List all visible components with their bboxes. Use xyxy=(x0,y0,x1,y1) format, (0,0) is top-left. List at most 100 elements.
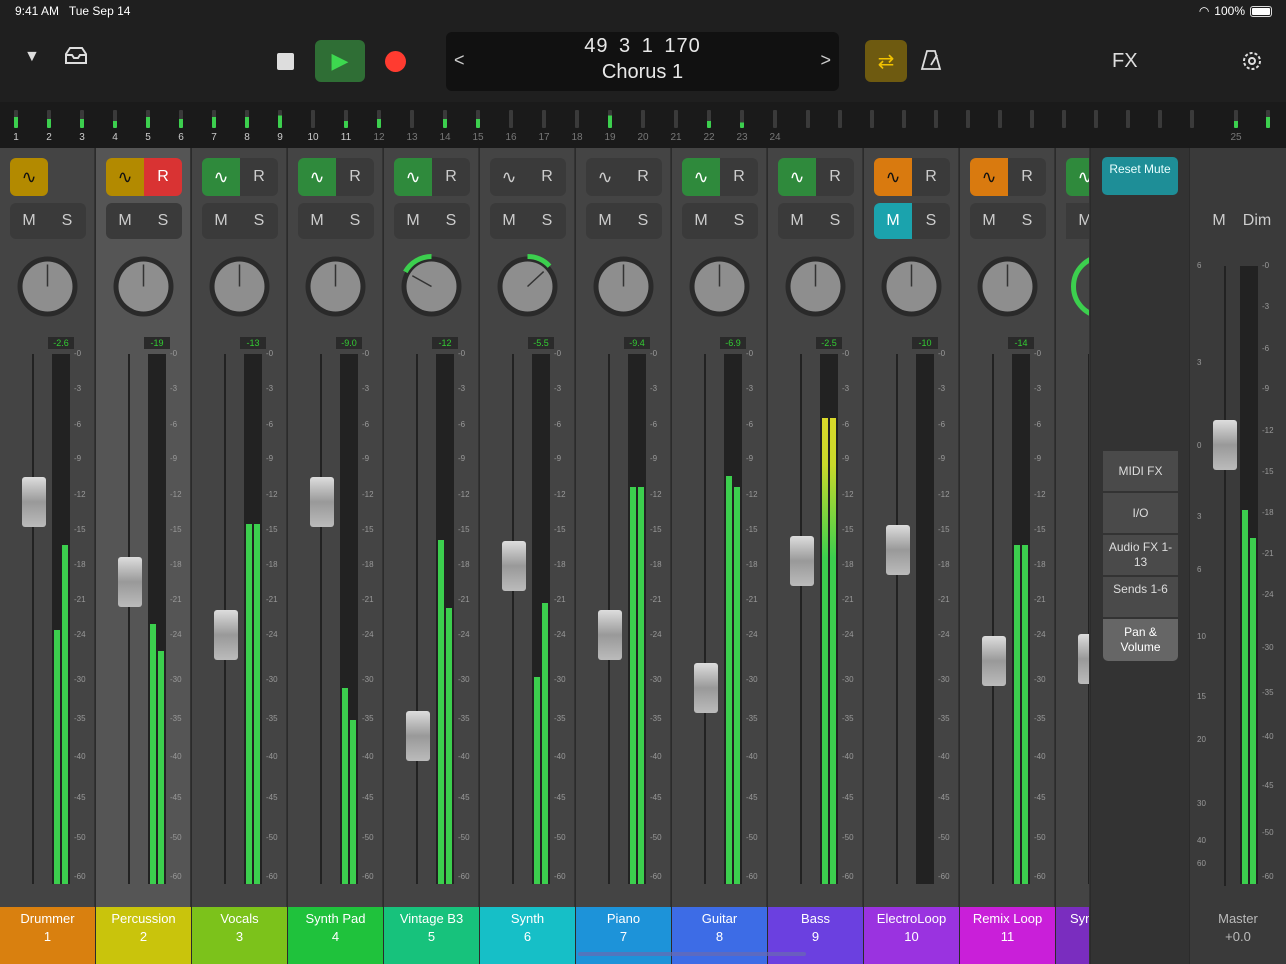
chevron-right-icon[interactable]: > xyxy=(820,50,831,71)
automation-button[interactable]: ∿ xyxy=(394,158,432,196)
fx-button[interactable]: FX xyxy=(1112,50,1138,73)
solo-button[interactable]: S xyxy=(336,203,374,239)
automation-button[interactable]: ∿ xyxy=(298,158,336,196)
automation-button[interactable]: ∿ xyxy=(586,158,624,196)
mute-button[interactable]: M xyxy=(874,203,912,239)
automation-button[interactable]: ∿ xyxy=(1066,158,1089,196)
volume-fader[interactable] xyxy=(406,710,430,761)
play-button[interactable]: ▶ xyxy=(315,40,365,82)
automation-button[interactable]: ∿ xyxy=(970,158,1008,196)
pan-knob[interactable] xyxy=(975,254,1040,319)
volume-fader[interactable] xyxy=(118,556,142,607)
channel-name-label[interactable]: Drummer 1 xyxy=(0,907,95,964)
record-enable-button[interactable]: R xyxy=(528,158,566,196)
pan-knob[interactable] xyxy=(1071,254,1089,319)
browser-icon[interactable] xyxy=(63,46,89,72)
chevron-down-icon[interactable]: ▼ xyxy=(24,48,40,66)
lcd-display[interactable]: < 49 3 1 170 Chorus 1 > xyxy=(446,32,839,91)
solo-button[interactable]: S xyxy=(1008,203,1046,239)
solo-button[interactable]: S xyxy=(720,203,758,239)
automation-button[interactable]: ∿ xyxy=(874,158,912,196)
solo-button[interactable]: S xyxy=(48,203,86,239)
solo-button[interactable]: S xyxy=(144,203,182,239)
channel-name-label[interactable]: ElectroLoop 10 xyxy=(864,907,959,964)
channel-name-label[interactable]: Vintage B3 5 xyxy=(384,907,479,964)
volume-fader[interactable] xyxy=(502,541,526,591)
sends-button[interactable]: Sends 1-6 xyxy=(1103,577,1178,617)
automation-button[interactable]: ∿ xyxy=(10,158,48,196)
pan-volume-button[interactable]: Pan & Volume xyxy=(1103,619,1178,661)
volume-fader[interactable] xyxy=(982,636,1006,687)
solo-button[interactable]: S xyxy=(528,203,566,239)
volume-fader[interactable] xyxy=(694,662,718,713)
mute-button[interactable]: M xyxy=(10,203,48,239)
solo-button[interactable]: S xyxy=(624,203,662,239)
cycle-button[interactable]: ⇄ xyxy=(865,40,907,82)
mute-button[interactable]: M xyxy=(394,203,432,239)
volume-fader[interactable] xyxy=(1078,634,1089,684)
record-enable-button[interactable]: R xyxy=(432,158,470,196)
channel-name-label[interactable]: Syn xyxy=(1056,907,1089,964)
reset-mute-button[interactable]: Reset Mute xyxy=(1102,157,1178,195)
record-enable-button[interactable]: R xyxy=(240,158,278,196)
mute-button[interactable]: M xyxy=(106,203,144,239)
channel-name-label[interactable]: Remix Loop 11 xyxy=(960,907,1055,964)
volume-fader[interactable] xyxy=(598,609,622,660)
record-enable-button[interactable]: R xyxy=(144,158,182,196)
mute-button[interactable]: M xyxy=(1066,203,1089,239)
automation-button[interactable]: ∿ xyxy=(778,158,816,196)
stop-button[interactable] xyxy=(277,53,294,70)
volume-fader[interactable] xyxy=(310,477,334,528)
solo-button[interactable]: S xyxy=(432,203,470,239)
settings-icon[interactable] xyxy=(1240,49,1264,79)
mute-button[interactable]: M xyxy=(778,203,816,239)
mute-button[interactable]: M xyxy=(970,203,1008,239)
volume-fader[interactable] xyxy=(886,525,910,576)
pan-knob[interactable] xyxy=(879,254,944,319)
mute-button[interactable]: M xyxy=(586,203,624,239)
channel-name-label[interactable]: Synth Pad 4 xyxy=(288,907,383,964)
master-mute-button[interactable]: M xyxy=(1200,203,1238,239)
automation-button[interactable]: ∿ xyxy=(202,158,240,196)
volume-fader[interactable] xyxy=(22,477,46,528)
solo-button[interactable]: S xyxy=(816,203,854,239)
mute-button[interactable]: M xyxy=(682,203,720,239)
midi-fx-button[interactable]: MIDI FX xyxy=(1103,451,1178,491)
mute-button[interactable]: M xyxy=(202,203,240,239)
io-button[interactable]: I/O xyxy=(1103,493,1178,533)
pan-knob[interactable] xyxy=(783,254,848,319)
pan-knob[interactable] xyxy=(207,254,272,319)
record-enable-button[interactable]: R xyxy=(912,158,950,196)
master-dim-button[interactable]: Dim xyxy=(1238,203,1276,239)
record-enable-button[interactable]: R xyxy=(624,158,662,196)
volume-fader[interactable] xyxy=(790,535,814,586)
chevron-left-icon[interactable]: < xyxy=(454,50,465,71)
pan-knob[interactable] xyxy=(591,254,656,319)
record-enable-button[interactable]: R xyxy=(720,158,758,196)
pan-knob[interactable] xyxy=(399,254,464,319)
pan-knob[interactable] xyxy=(303,254,368,319)
channel-name-label[interactable]: Synth 6 xyxy=(480,907,575,964)
pan-knob[interactable] xyxy=(495,254,560,319)
solo-button[interactable]: S xyxy=(912,203,950,239)
volume-fader[interactable] xyxy=(214,609,238,660)
record-enable-button[interactable]: R xyxy=(1008,158,1046,196)
solo-button[interactable]: S xyxy=(240,203,278,239)
record-enable-button[interactable]: R xyxy=(336,158,374,196)
mute-button[interactable]: M xyxy=(298,203,336,239)
channel-name-label[interactable]: Vocals 3 xyxy=(192,907,287,964)
automation-button[interactable]: ∿ xyxy=(106,158,144,196)
scroll-indicator[interactable] xyxy=(578,952,806,956)
audio-fx-button[interactable]: Audio FX 1-13 xyxy=(1103,535,1178,575)
pan-knob[interactable] xyxy=(111,254,176,319)
record-button[interactable] xyxy=(385,51,406,72)
pan-knob[interactable] xyxy=(15,254,80,319)
pan-knob[interactable] xyxy=(687,254,752,319)
automation-button[interactable]: ∿ xyxy=(490,158,528,196)
automation-button[interactable]: ∿ xyxy=(682,158,720,196)
track-overview-ruler[interactable]: 1 2 3 4 5 6 7 8 9 10 11 12 13 14 15 16 17 18 19 20 21 22 23 24 2… xyxy=(0,102,1286,148)
mute-button[interactable]: M xyxy=(490,203,528,239)
record-enable-button[interactable]: R xyxy=(816,158,854,196)
channel-name-label[interactable]: Percussion 2 xyxy=(96,907,191,964)
metronome-icon[interactable] xyxy=(920,49,942,77)
